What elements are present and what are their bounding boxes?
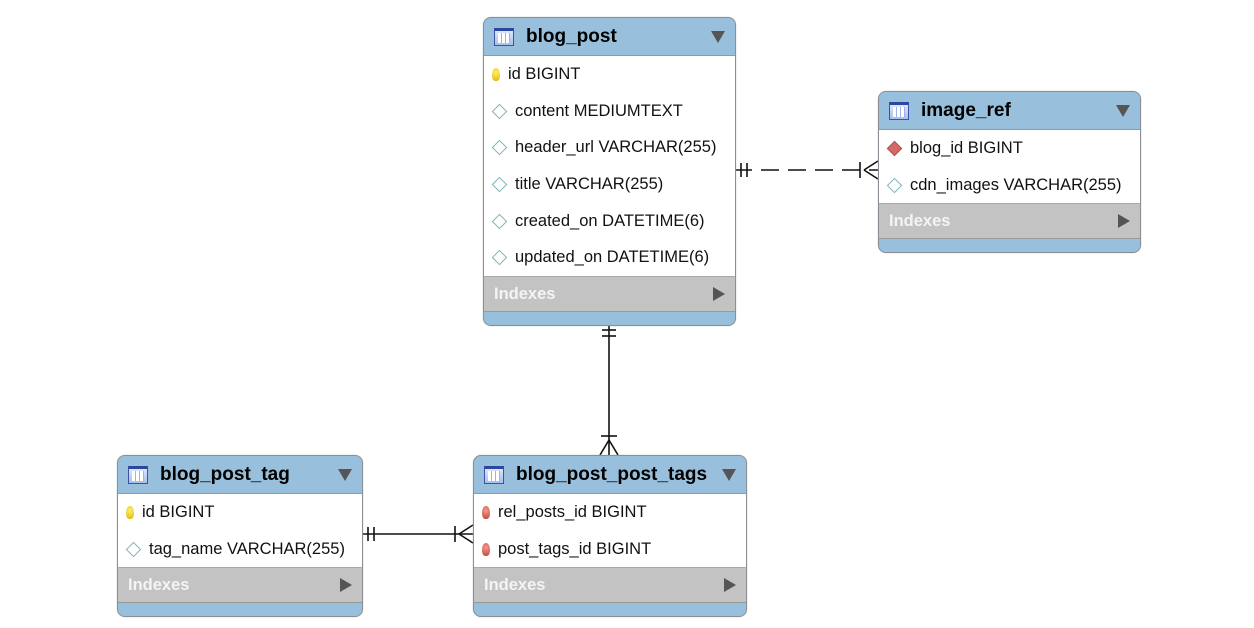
column-row[interactable]: cdn_images VARCHAR(255): [879, 167, 1140, 204]
column-label: content MEDIUMTEXT: [515, 101, 683, 120]
expand-arrow-icon[interactable]: [1118, 214, 1130, 229]
primary-key-icon: [126, 505, 134, 519]
table-blog-post-tag[interactable]: blog_post_tag id BIGINT tag_name VARCHAR(…: [117, 455, 363, 618]
column-row[interactable]: id BIGINT: [484, 56, 735, 93]
column-label: id BIGINT: [142, 502, 215, 521]
column-list: rel_posts_id BIGINT post_tags_id BIGINT: [474, 494, 746, 568]
indexes-label: Indexes: [494, 284, 556, 303]
table-image-ref[interactable]: image_ref blog_id BIGINT cdn_images VARCH…: [878, 91, 1141, 254]
expand-arrow-icon[interactable]: [713, 287, 725, 302]
column-label: title VARCHAR(255): [515, 174, 664, 193]
column-label: header_url VARCHAR(255): [515, 138, 717, 157]
column-label: post_tags_id BIGINT: [498, 539, 652, 558]
indexes-label: Indexes: [889, 211, 951, 230]
primary-foreign-key-icon: [482, 542, 490, 556]
relationship-blog-post-post-tags[interactable]: [599, 322, 619, 456]
table-footer: [484, 312, 735, 326]
indexes-section[interactable]: Indexes: [484, 276, 735, 313]
table-icon: [889, 101, 909, 120]
table-header[interactable]: blog_post_tag: [118, 456, 362, 494]
relationship-tag-post-tags[interactable]: [361, 524, 474, 544]
table-footer: [118, 603, 362, 617]
table-header[interactable]: blog_post: [484, 18, 735, 56]
table-footer: [879, 239, 1140, 253]
indexes-section[interactable]: Indexes: [879, 203, 1140, 240]
column-icon: [491, 176, 508, 193]
table-icon: [484, 465, 504, 484]
column-row[interactable]: header_url VARCHAR(255): [484, 129, 735, 166]
column-icon: [491, 139, 508, 156]
indexes-label: Indexes: [484, 575, 546, 594]
column-icon: [491, 250, 508, 266]
primary-foreign-key-icon: [482, 505, 490, 519]
table-blog-post[interactable]: blog_post id BIGINT content MEDIUMTEXT hea…: [483, 17, 736, 327]
table-blog-post-post-tags[interactable]: blog_post_post_tags rel_posts_id BIGINT p…: [473, 455, 747, 618]
column-label: blog_id BIGINT: [910, 138, 1023, 157]
column-label: id BIGINT: [508, 64, 581, 83]
column-icon: [125, 541, 142, 557]
column-label: tag_name VARCHAR(255): [149, 539, 345, 558]
column-list: id BIGINT content MEDIUMTEXT header_url VA…: [484, 56, 735, 277]
table-name: blog_post_post_tags: [516, 463, 708, 485]
column-row[interactable]: title VARCHAR(255): [484, 166, 735, 203]
table-footer: [474, 603, 746, 617]
collapse-arrow-icon[interactable]: [722, 468, 736, 481]
column-row[interactable]: blog_id BIGINT: [879, 130, 1140, 167]
table-header[interactable]: image_ref: [879, 92, 1140, 130]
indexes-section[interactable]: Indexes: [474, 567, 746, 604]
column-row[interactable]: rel_posts_id BIGINT: [474, 494, 746, 531]
column-icon: [491, 213, 508, 229]
column-row[interactable]: post_tags_id BIGINT: [474, 531, 746, 568]
indexes-section[interactable]: Indexes: [118, 567, 362, 604]
column-row[interactable]: created_on DATETIME(6): [484, 203, 735, 240]
column-label: rel_posts_id BIGINT: [498, 502, 647, 521]
table-header[interactable]: blog_post_post_tags: [474, 456, 746, 494]
relationship-blog-post-image-ref[interactable]: [734, 160, 879, 180]
table-name: blog_post_tag: [160, 463, 290, 485]
collapse-arrow-icon[interactable]: [711, 30, 725, 43]
column-row[interactable]: updated_on DATETIME(6): [484, 239, 735, 276]
column-label: created_on DATETIME(6): [515, 211, 705, 230]
foreign-key-column-icon: [886, 140, 903, 157]
table-name: blog_post: [526, 25, 617, 47]
primary-key-icon: [492, 67, 500, 81]
table-name: image_ref: [921, 99, 1011, 121]
column-icon: [491, 103, 508, 119]
expand-arrow-icon[interactable]: [724, 578, 736, 593]
table-icon: [128, 465, 148, 484]
column-icon: [886, 177, 903, 193]
column-list: id BIGINT tag_name VARCHAR(255): [118, 494, 362, 568]
column-label: updated_on DATETIME(6): [515, 248, 710, 267]
expand-arrow-icon[interactable]: [340, 578, 352, 593]
column-row[interactable]: content MEDIUMTEXT: [484, 93, 735, 130]
column-list: blog_id BIGINT cdn_images VARCHAR(255): [879, 130, 1140, 204]
column-row[interactable]: tag_name VARCHAR(255): [118, 531, 362, 568]
column-label: cdn_images VARCHAR(255): [910, 175, 1122, 194]
collapse-arrow-icon[interactable]: [338, 468, 352, 481]
column-row[interactable]: id BIGINT: [118, 494, 362, 531]
indexes-label: Indexes: [128, 575, 190, 594]
table-icon: [494, 27, 514, 46]
collapse-arrow-icon[interactable]: [1116, 104, 1130, 117]
